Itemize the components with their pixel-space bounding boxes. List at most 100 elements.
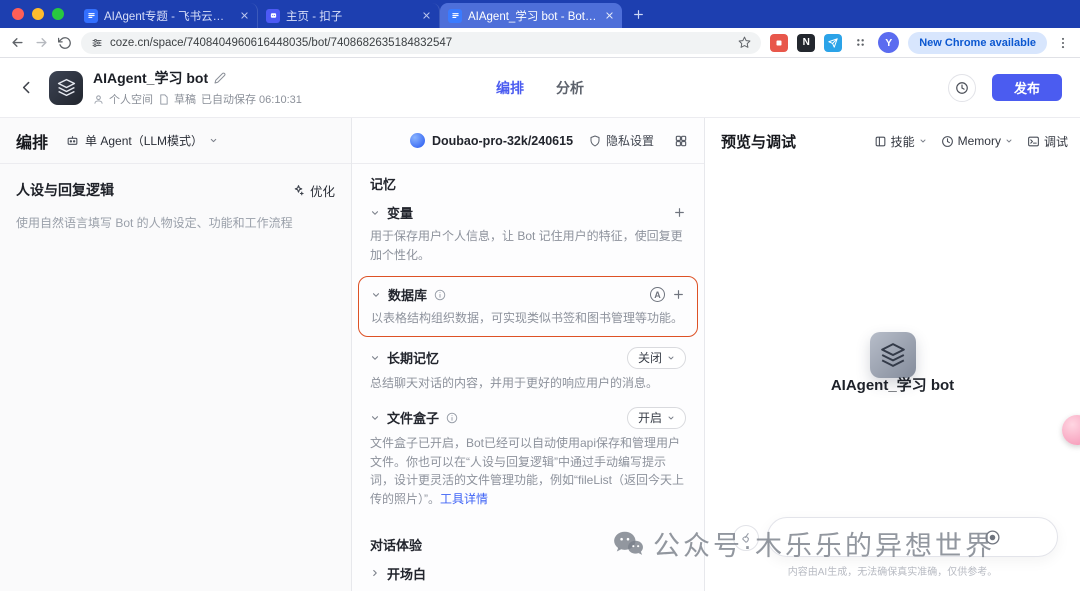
model-selector[interactable]: Doubao-pro-32k/240615	[410, 133, 573, 148]
filebox-row[interactable]: 文件盒子 开启	[368, 399, 688, 434]
chevron-down-icon	[370, 208, 380, 218]
database-row[interactable]: 数据库 A	[369, 277, 687, 309]
debug-button[interactable]: 调试	[1027, 133, 1068, 150]
forward-button[interactable]	[34, 35, 49, 50]
window-controls	[6, 0, 76, 28]
maximize-window-button[interactable]	[52, 8, 64, 20]
bot-name: AIAgent_学习 bot	[93, 68, 208, 88]
agent-mode-label: 单 Agent（LLM模式）	[85, 132, 203, 149]
publish-button[interactable]: 发布	[992, 74, 1062, 101]
model-name: Doubao-pro-32k/240615	[432, 134, 573, 148]
memory-dropdown[interactable]: Memory	[941, 134, 1013, 148]
database-desc: 以表格结构组织数据，可实现类似书签和图书管理等功能。	[369, 309, 687, 334]
persona-column: 编排 单 Agent（LLM模式） 人设与回复逻辑 优化 使用自然语言填写 Bo…	[0, 118, 352, 591]
persona-editor[interactable]: 使用自然语言填写 Bot 的人物设定、功能和工作流程	[0, 206, 351, 241]
add-variable-button[interactable]	[673, 206, 686, 219]
longterm-state: 关闭	[638, 351, 662, 365]
tab-close-icon[interactable]	[240, 11, 249, 20]
chat-experience-title: 对话体验	[368, 525, 688, 556]
bot-avatar	[49, 71, 83, 105]
privacy-label: 隐私设置	[606, 132, 654, 149]
suggestion-row[interactable]: 用户问题建议 开启	[368, 588, 688, 591]
tab-close-icon[interactable]	[422, 11, 431, 20]
preview-title: 预览与调试	[721, 131, 796, 152]
chat-input[interactable]	[767, 517, 1058, 557]
minimize-window-button[interactable]	[32, 8, 44, 20]
add-database-button[interactable]	[672, 288, 685, 301]
browser-window: AIAgent专题 - 飞书云文档 主页 - 扣子 AIAgent_学习 bot…	[0, 0, 1080, 591]
memory-panel: 记忆 变量 用于保存用户个人信息，让 Bot 记住用户的特征，使回复更加个性化。…	[352, 164, 704, 591]
version-history-button[interactable]	[948, 74, 976, 102]
workspace-label: 个人空间	[109, 91, 153, 107]
tool-details-link[interactable]: 工具详情	[440, 492, 488, 506]
browser-tab-feishu[interactable]: AIAgent专题 - 飞书云文档	[76, 3, 258, 28]
optimize-button[interactable]: 优化	[292, 181, 335, 200]
auto-call-icon[interactable]: A	[650, 287, 665, 302]
tab-orchestrate[interactable]: 编排	[496, 78, 524, 98]
orchestrate-title: 编排	[16, 129, 48, 153]
clear-context-button[interactable]	[733, 525, 759, 551]
database-highlight-box: 数据库 A 以表格结构组织数据，可实现类似书签和图书管理等功能。	[358, 276, 698, 337]
chat-preview-area: AIAgent_学习 bot 内容由AI生成，无法确保真实准确，仅供参考。	[705, 164, 1080, 591]
variable-row[interactable]: 变量	[368, 195, 688, 227]
bookmark-star-icon[interactable]	[738, 36, 751, 49]
skills-icon	[874, 135, 887, 148]
bot-meta: 个人空间 草稿 已自动保存 06:10:31	[93, 91, 302, 107]
extension-icon-telegram[interactable]	[824, 34, 842, 52]
address-bar[interactable]: coze.cn/space/7408404960616448035/bot/74…	[81, 32, 761, 54]
url-text[interactable]: coze.cn/space/7408404960616448035/bot/74…	[110, 37, 731, 49]
chevron-down-icon	[667, 354, 675, 362]
reload-button[interactable]	[58, 36, 72, 50]
draft-icon	[158, 94, 169, 105]
filebox-desc: 文件盒子已开启，Bot已经可以自动使用api保存和管理用户文件。你也可以在“人设…	[368, 434, 688, 514]
send-icon[interactable]	[984, 529, 1001, 546]
preview-column: 预览与调试 技能 Memory 调试 AIAgent_学习	[705, 118, 1080, 591]
close-window-button[interactable]	[12, 8, 24, 20]
extensions-puzzle-icon[interactable]	[851, 34, 869, 52]
extension-icon-n[interactable]: N	[797, 34, 815, 52]
browser-menu-dots-icon[interactable]	[1056, 36, 1070, 50]
layout-grid-icon[interactable]	[674, 134, 688, 148]
longterm-toggle-dropdown[interactable]: 关闭	[627, 347, 686, 369]
coze-favicon	[266, 9, 280, 23]
skills-label: 技能	[891, 133, 915, 150]
memory-section-title: 记忆	[368, 164, 688, 195]
opening-label: 开场白	[387, 564, 426, 583]
orchestrate-bar: 编排 单 Agent（LLM模式）	[0, 118, 351, 164]
bot-editor-header: AIAgent_学习 bot 个人空间 草稿 已自动保存 06:10:31 编排…	[0, 58, 1080, 118]
back-to-bots-button[interactable]	[18, 79, 35, 96]
site-settings-icon[interactable]	[91, 37, 103, 49]
longterm-memory-row[interactable]: 长期记忆 关闭	[368, 339, 688, 374]
browser-tab-coze-home[interactable]: 主页 - 扣子	[258, 3, 440, 28]
longterm-desc: 总结聊天对话的内容，并用于更好的响应用户的消息。	[368, 374, 688, 399]
tab-title: 主页 - 扣子	[286, 8, 416, 24]
extension-icon-red[interactable]	[770, 34, 788, 52]
back-button[interactable]	[10, 35, 25, 50]
browser-tab-bot-editor[interactable]: AIAgent_学习 bot - Bots - 扣	[440, 3, 622, 28]
memory-label: Memory	[958, 134, 1001, 148]
privacy-icon	[589, 135, 601, 147]
tab-close-icon[interactable]	[605, 11, 614, 20]
info-icon	[446, 412, 458, 424]
memory-icon	[941, 135, 954, 148]
feishu-docs-favicon	[84, 9, 98, 23]
browser-tab-strip: AIAgent专题 - 飞书云文档 主页 - 扣子 AIAgent_学习 bot…	[0, 0, 1080, 28]
variable-label: 变量	[387, 203, 413, 222]
chevron-down-icon	[370, 353, 380, 363]
doubao-logo-icon	[410, 133, 425, 148]
opening-dialog-row[interactable]: 开场白	[368, 556, 688, 588]
preview-bar: 预览与调试 技能 Memory 调试	[705, 118, 1080, 164]
filebox-toggle-dropdown[interactable]: 开启	[627, 407, 686, 429]
profile-avatar[interactable]: Y	[878, 32, 899, 53]
edit-name-icon[interactable]	[214, 72, 226, 84]
privacy-settings-button[interactable]: 隐私设置	[589, 132, 654, 149]
editor-main: 编排 单 Agent（LLM模式） 人设与回复逻辑 优化 使用自然语言填写 Bo…	[0, 118, 1080, 591]
new-tab-button[interactable]	[622, 8, 655, 21]
preview-bot-name: AIAgent_学习 bot	[705, 374, 1080, 395]
bot-title-block: AIAgent_学习 bot 个人空间 草稿 已自动保存 06:10:31	[93, 68, 302, 107]
chrome-update-chip[interactable]: New Chrome available	[908, 32, 1047, 54]
tab-analyze[interactable]: 分析	[556, 78, 584, 98]
agent-mode-selector[interactable]: 单 Agent（LLM模式）	[66, 132, 218, 149]
skills-dropdown[interactable]: 技能	[874, 133, 927, 150]
chevron-down-icon	[667, 414, 675, 422]
